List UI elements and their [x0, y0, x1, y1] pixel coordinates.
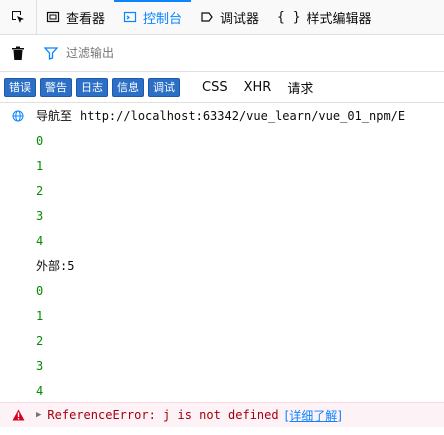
element-picker-button[interactable]: [0, 0, 37, 34]
tab-console-label: 控制台: [143, 11, 183, 27]
level-log-button[interactable]: 日志: [76, 77, 108, 97]
tab-console[interactable]: 控制台: [114, 0, 192, 34]
log-value: 3: [36, 208, 44, 223]
tab-style-editor-label: 样式编辑器: [306, 11, 372, 27]
filter-requests-button[interactable]: 请求: [281, 78, 319, 97]
error-message[interactable]: ▶ ReferenceError: j is not defined [详细了解…: [0, 402, 444, 427]
element-picker-icon: [12, 11, 24, 23]
inspector-icon: [46, 11, 60, 23]
learn-more-link[interactable]: [详细了解]: [285, 407, 342, 424]
log-value: 1: [36, 158, 44, 173]
log-line: 1: [0, 303, 444, 328]
log-value: 4: [36, 383, 44, 398]
error-text: ReferenceError: j is not defined: [47, 408, 279, 422]
expand-arrow-icon[interactable]: ▶: [36, 410, 41, 420]
navigation-url[interactable]: http://localhost:63342/vue_learn/vue_01_…: [80, 109, 405, 123]
outer-log-text: 外部:5: [36, 259, 75, 273]
tab-inspector-label: 查看器: [66, 11, 106, 27]
log-line: 0: [0, 278, 444, 303]
tab-style-editor[interactable]: { } 样式编辑器: [268, 0, 381, 34]
log-value: 2: [36, 183, 44, 198]
navigation-label: 导航至: [36, 109, 73, 123]
level-error-button[interactable]: 错误: [4, 77, 36, 97]
filter-icon: [44, 46, 58, 60]
log-value: 0: [36, 133, 44, 148]
console-filter-bar: [0, 35, 444, 72]
filter-output-input[interactable]: [58, 46, 366, 60]
debugger-icon: [201, 12, 213, 22]
log-line: 3: [0, 353, 444, 378]
log-line: 2: [0, 178, 444, 203]
log-line: 外部:5: [0, 253, 444, 278]
log-value: 0: [36, 283, 44, 298]
log-level-bar: 错误 警告 日志 信息 调试 CSS XHR 请求: [0, 72, 444, 103]
level-warning-button[interactable]: 警告: [40, 77, 72, 97]
console-output: 导航至 http://localhost:63342/vue_learn/vue…: [0, 103, 444, 435]
log-line: 1: [0, 153, 444, 178]
filter-xhr-button[interactable]: XHR: [238, 80, 278, 95]
console-icon: [123, 11, 137, 23]
log-value: 1: [36, 308, 44, 323]
tab-inspector[interactable]: 查看器: [37, 0, 114, 34]
log-value: 4: [36, 233, 44, 248]
log-value: 2: [36, 333, 44, 348]
log-value: 3: [36, 358, 44, 373]
globe-icon: [0, 110, 36, 122]
log-line: 3: [0, 203, 444, 228]
log-line: 4: [0, 378, 444, 403]
devtools-toolbar: 查看器 控制台 调试器 { } 样式编辑器: [0, 0, 444, 35]
log-line: 0: [0, 128, 444, 153]
tab-debugger-label: 调试器: [220, 11, 260, 27]
clear-console-button[interactable]: [0, 46, 36, 61]
level-debug-button[interactable]: 调试: [148, 77, 180, 97]
trash-icon: [12, 46, 24, 60]
tab-debugger[interactable]: 调试器: [191, 0, 268, 34]
style-editor-icon: { }: [277, 9, 301, 25]
navigation-message: 导航至 http://localhost:63342/vue_learn/vue…: [0, 103, 444, 128]
level-info-button[interactable]: 信息: [112, 77, 144, 97]
filter-css-button[interactable]: CSS: [196, 80, 234, 95]
error-icon: [0, 409, 36, 421]
log-line: 2: [0, 328, 444, 353]
log-line: 4: [0, 228, 444, 253]
